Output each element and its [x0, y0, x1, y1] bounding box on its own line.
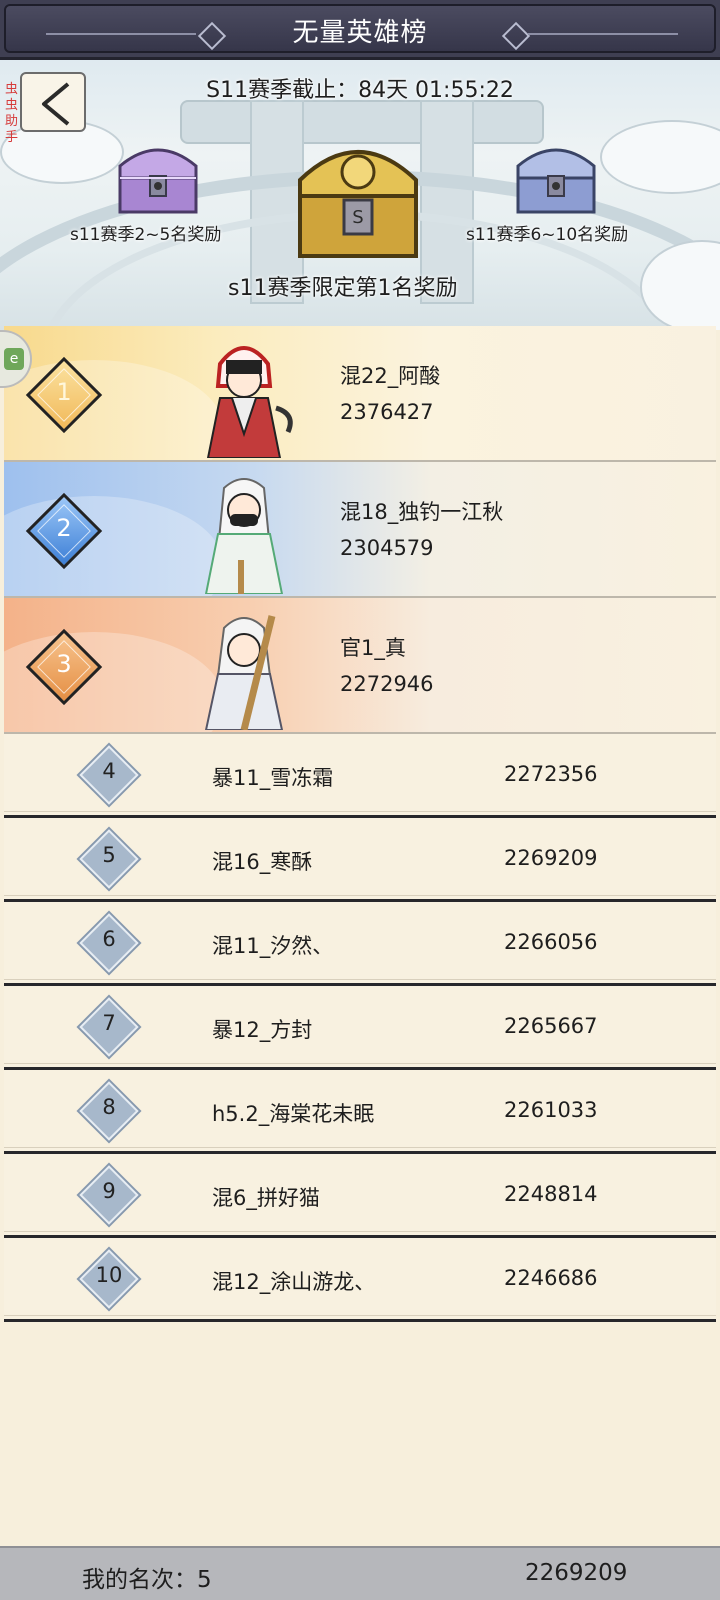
player-name: h5.2_海棠花未眠	[212, 1102, 375, 1126]
leaderboard-row-top[interactable]: 3 官1_真 2272946	[4, 598, 716, 734]
player-score: 2272356	[504, 762, 598, 786]
player-score: 2272946	[340, 672, 434, 696]
player-avatar	[206, 346, 293, 458]
leaderboard-row[interactable]: 4 暴11_雪冻霜 2272356	[4, 734, 716, 818]
cloud-decoration	[600, 120, 720, 194]
rank-number: 4	[102, 759, 116, 783]
player-score: 2246686	[504, 1266, 598, 1290]
my-rank-bar: 我的名次：5 2269209	[0, 1546, 720, 1600]
chest-purple-icon[interactable]	[112, 136, 204, 218]
player-name: 官1_真	[340, 636, 406, 660]
leaderboard-row[interactable]: 9 混6_拼好猫 2248814	[4, 1154, 716, 1238]
player-avatar	[204, 615, 284, 730]
watermark: 虫虫助手	[5, 82, 19, 145]
leaderboard-row[interactable]: 7 暴12_方封 2265667	[4, 986, 716, 1070]
rank-number: 9	[102, 1179, 116, 1203]
reward-label-first: s11赛季限定第1名奖励	[228, 276, 458, 301]
reward-header: S11赛季截止：84天 01:55:22 S s11赛季2~5名奖励 s11赛季…	[0, 60, 720, 330]
player-name: 暴11_雪冻霜	[212, 766, 334, 790]
reward-label-6-10: s11赛季6~10名奖励	[466, 225, 629, 245]
player-score: 2248814	[504, 1182, 598, 1206]
leaderboard-row[interactable]: 10 混12_涂山游龙、 2246686	[4, 1238, 716, 1322]
rank-number: 8	[102, 1095, 116, 1119]
rank-number: 7	[102, 1011, 116, 1035]
player-score: 2266056	[504, 930, 598, 954]
player-name: 混12_涂山游龙、	[212, 1270, 376, 1294]
rank-number: 10	[95, 1263, 123, 1287]
player-score: 2261033	[504, 1098, 598, 1122]
leaderboard-row-top[interactable]: 1 混22_阿酸 2376427	[4, 326, 716, 462]
rank-number: 6	[102, 927, 116, 951]
app-shortcut-icon: e	[4, 348, 24, 370]
leaderboard-row[interactable]: 8 h5.2_海棠花未眠 2261033	[4, 1070, 716, 1154]
leaderboard-row[interactable]: 6 混11_汐然、 2266056	[4, 902, 716, 986]
player-name: 混22_阿酸	[340, 364, 441, 388]
leaderboard-list: 1 混22_阿酸 2376427 2 混18_独钓一江秋 2304579 3 官…	[4, 326, 716, 1322]
chevron-left-icon	[42, 82, 70, 126]
rank-number: 2	[56, 514, 72, 542]
player-avatar	[204, 478, 284, 594]
chest-gold-icon[interactable]: S	[290, 130, 426, 266]
rank-number: 3	[56, 650, 72, 678]
leaderboard-row-top[interactable]: 2 混18_独钓一江秋 2304579	[4, 462, 716, 598]
reward-label-2-5: s11赛季2~5名奖励	[70, 225, 222, 245]
title-bar: 无量英雄榜	[0, 0, 720, 60]
back-button[interactable]	[20, 72, 86, 132]
rank-number: 5	[102, 843, 116, 867]
player-name: 混18_独钓一江秋	[340, 500, 504, 524]
player-name: 混11_汐然、	[212, 934, 334, 958]
player-name: 暴12_方封	[212, 1018, 313, 1042]
page-title: 无量英雄榜	[292, 18, 428, 48]
my-rank-score: 2269209	[525, 1560, 628, 1586]
player-name: 混6_拼好猫	[212, 1186, 320, 1210]
player-score: 2269209	[504, 846, 598, 870]
player-score: 2376427	[340, 400, 434, 424]
leaderboard-row[interactable]: 5 混16_寒酥 2269209	[4, 818, 716, 902]
player-score: 2265667	[504, 1014, 598, 1038]
rank-number: 1	[56, 378, 72, 406]
my-rank-label: 我的名次：5	[82, 1567, 212, 1593]
svg-text:S: S	[352, 207, 363, 228]
player-name: 混16_寒酥	[212, 850, 313, 874]
player-score: 2304579	[340, 536, 434, 560]
chest-blue-icon[interactable]	[510, 136, 602, 218]
season-countdown: S11赛季截止：84天 01:55:22	[206, 78, 514, 103]
